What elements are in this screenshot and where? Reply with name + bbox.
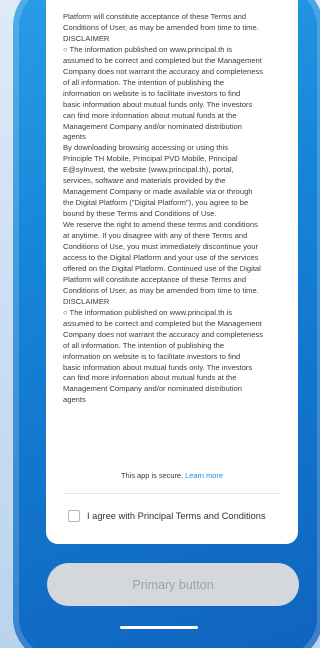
security-note-text: This app is secure. (121, 471, 184, 480)
agree-checkbox[interactable] (68, 510, 80, 522)
divider (64, 493, 280, 494)
agree-label: I agree with Principal Terms and Conditi… (87, 511, 266, 521)
terms-sheet[interactable]: Platform will constitute acceptance of t… (46, 0, 298, 544)
agree-checkbox-row[interactable]: I agree with Principal Terms and Conditi… (68, 510, 266, 522)
home-indicator (120, 626, 198, 629)
security-note: This app is secure. Learn more (46, 471, 298, 480)
terms-text: Platform will constitute acceptance of t… (63, 12, 264, 405)
learn-more-link[interactable]: Learn more (185, 471, 223, 480)
primary-button[interactable]: Primary button (47, 563, 299, 606)
